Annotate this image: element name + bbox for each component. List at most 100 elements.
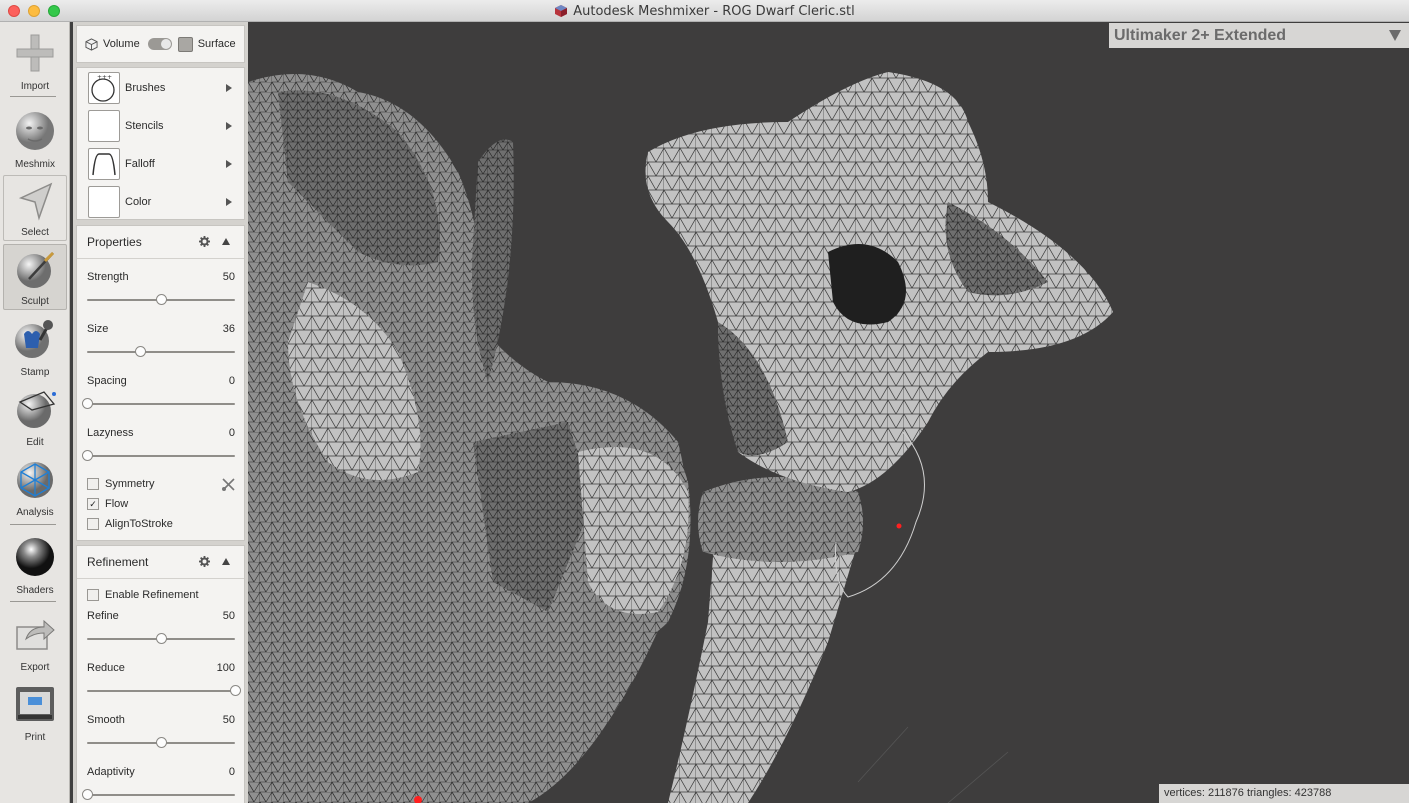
import-button[interactable]: Import	[3, 28, 67, 94]
surface-square-icon	[177, 36, 193, 52]
symmetry-option[interactable]: Symmetry	[87, 478, 155, 490]
properties-section: Properties Strength 50 Size 36 Spacing 0…	[76, 225, 245, 541]
falloff-arrow-icon	[226, 160, 232, 168]
sculpt-panel: Volume Surface +++ Brushes Stencils Fall…	[73, 22, 248, 803]
enable-refinement-option[interactable]: Enable Refinement	[87, 589, 199, 601]
cube-icon	[85, 37, 98, 51]
reduce-slider[interactable]	[87, 685, 241, 696]
meshmixer-app-icon	[555, 5, 568, 17]
select-arrow-icon	[18, 182, 53, 221]
refinement-title: Refinement	[87, 555, 149, 569]
properties-header[interactable]: Properties	[77, 226, 244, 259]
print-button[interactable]: Print	[3, 679, 67, 745]
spacing-label: Spacing	[87, 375, 127, 387]
refine-slider[interactable]	[87, 633, 235, 644]
brush-circle-icon: +++	[88, 72, 120, 104]
align-to-stroke-checkbox[interactable]	[87, 518, 99, 530]
slider-thumb[interactable]	[156, 633, 167, 644]
dropdown-triangle-icon[interactable]	[1389, 30, 1401, 41]
slider-thumb[interactable]	[156, 737, 167, 748]
flow-checkbox[interactable]: ✓	[87, 498, 99, 510]
sculpt-brush-icon	[17, 251, 55, 288]
volume-surface-toggle[interactable]	[147, 38, 172, 50]
color-swatch	[88, 186, 120, 218]
export-button[interactable]: Export	[3, 609, 67, 675]
smooth-slider[interactable]	[87, 737, 235, 748]
analysis-label: Analysis	[16, 507, 54, 518]
gear-icon[interactable]	[199, 236, 210, 247]
meshmix-label: Meshmix	[14, 159, 55, 170]
mode-switch-box: Volume Surface	[76, 25, 245, 63]
symmetry-checkbox[interactable]	[87, 478, 99, 490]
printer-selector[interactable]: Ultimaker 2+ Extended	[1109, 23, 1409, 48]
slider-thumb[interactable]	[82, 789, 93, 800]
svg-text:+++: +++	[97, 74, 112, 81]
size-label: Size	[87, 323, 109, 335]
falloff-menu[interactable]: Falloff	[77, 145, 244, 183]
lazyness-slider[interactable]	[82, 450, 235, 461]
spacing-slider[interactable]	[82, 398, 235, 409]
main-toolbar: Import Meshmix Select Sculpt Stamp Edit …	[0, 22, 70, 803]
collapse-up-icon[interactable]	[222, 238, 230, 245]
adaptivity-label: Adaptivity	[87, 766, 135, 778]
brushes-menu[interactable]: +++ Brushes	[77, 69, 244, 107]
symmetry-tool-icon[interactable]	[221, 477, 236, 492]
sculpt-button[interactable]: Sculpt	[3, 244, 67, 310]
printer-name: Ultimaker 2+ Extended	[1114, 26, 1287, 44]
color-label: Color	[125, 196, 152, 208]
slider-thumb[interactable]	[82, 450, 93, 461]
size-slider[interactable]	[87, 346, 235, 357]
edit-label: Edit	[26, 437, 44, 448]
gear-icon[interactable]	[199, 556, 210, 567]
align-to-stroke-label: AlignToStroke	[105, 518, 173, 530]
slider-thumb[interactable]	[82, 398, 93, 409]
flow-label: Flow	[105, 498, 129, 510]
enable-refinement-label: Enable Refinement	[105, 589, 199, 601]
stamp-button[interactable]: Stamp	[3, 314, 67, 380]
stencils-menu[interactable]: Stencils	[77, 107, 244, 145]
mesh-render[interactable]	[248, 22, 1409, 803]
export-icon	[16, 619, 55, 650]
plus-icon	[16, 34, 54, 72]
color-arrow-icon	[226, 198, 232, 206]
printer-icon	[16, 687, 54, 721]
analysis-button[interactable]: Analysis	[3, 454, 67, 520]
slider-thumb[interactable]	[156, 294, 167, 305]
analysis-icon	[17, 462, 53, 498]
smooth-label: Smooth	[87, 714, 125, 726]
lazyness-label: Lazyness	[87, 427, 134, 439]
slider-thumb[interactable]	[135, 346, 147, 357]
mesh-stats-status: vertices: 211876 triangles: 423788	[1159, 784, 1409, 803]
select-button[interactable]: Select	[3, 175, 67, 241]
refinement-section: Refinement Enable Refinement Refine 50 R…	[76, 545, 245, 803]
refinement-header[interactable]: Refinement	[77, 546, 244, 579]
meshmix-button[interactable]: Meshmix	[3, 106, 67, 172]
title-bar: Autodesk Meshmixer - ROG Dwarf Cleric.st…	[0, 0, 1409, 22]
meshmix-face-icon	[16, 112, 54, 150]
adaptivity-value: 0	[228, 766, 235, 778]
slider-thumb[interactable]	[230, 685, 241, 696]
volume-label: Volume	[103, 38, 140, 50]
export-label: Export	[20, 662, 50, 673]
window-title: Autodesk Meshmixer - ROG Dwarf Cleric.st…	[573, 3, 855, 19]
color-menu[interactable]: Color	[77, 183, 244, 221]
collapse-up-icon[interactable]	[222, 558, 230, 565]
reduce-value: 100	[216, 662, 235, 674]
stamp-icon	[15, 320, 53, 358]
strength-slider[interactable]	[87, 294, 235, 305]
enable-refinement-checkbox[interactable]	[87, 589, 99, 601]
adaptivity-slider[interactable]	[82, 789, 235, 800]
flow-option[interactable]: ✓ Flow	[87, 498, 128, 510]
shaders-button[interactable]: Shaders	[3, 532, 67, 598]
3d-viewport[interactable]: Ultimaker 2+ Extended vertices: 211876 t…	[248, 22, 1409, 803]
select-label: Select	[21, 227, 49, 238]
properties-title: Properties	[87, 235, 142, 249]
edit-mesh-icon	[17, 391, 56, 428]
refine-value: 50	[222, 610, 235, 622]
strength-value: 50	[222, 271, 235, 283]
falloff-curve-icon	[88, 148, 120, 180]
edit-button[interactable]: Edit	[3, 384, 67, 450]
shaders-label: Shaders	[16, 585, 54, 596]
stencils-arrow-icon	[226, 122, 232, 130]
align-to-stroke-option[interactable]: AlignToStroke	[87, 518, 173, 530]
